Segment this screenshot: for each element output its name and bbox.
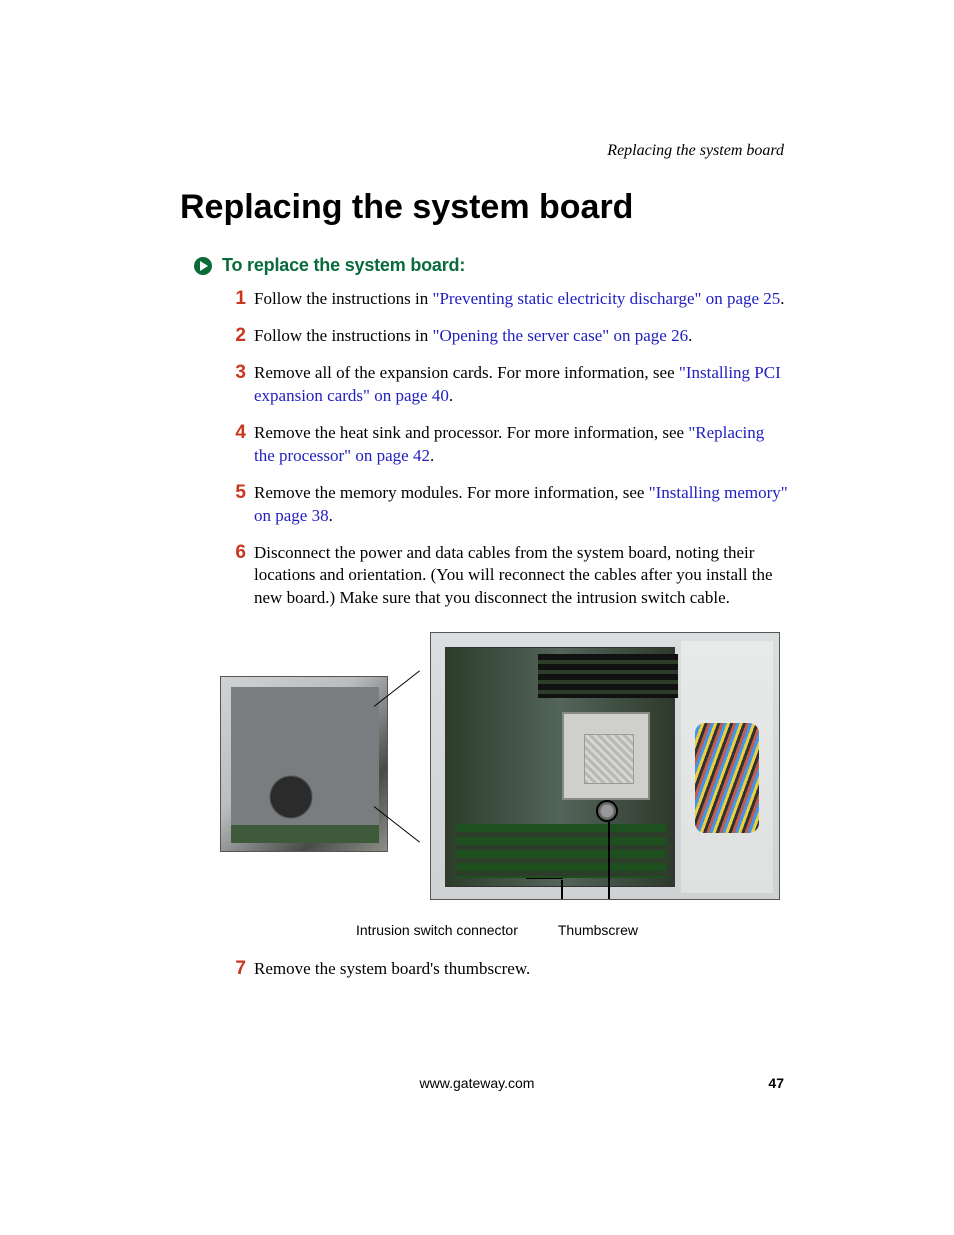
pci-slots-graphic [456,824,666,878]
step-text: Disconnect the power and data cables fro… [254,543,773,608]
cables-graphic [695,723,759,833]
page-title: Replacing the system board [180,188,789,227]
step-text-post: . [780,289,784,308]
thumbscrew-marker [596,800,618,822]
procedure-heading: To replace the system board: [194,255,789,276]
step-text: Remove all of the expansion cards. For m… [254,363,679,382]
play-triangle-icon [194,257,212,275]
figure [220,632,780,912]
step-item: Disconnect the power and data cables fro… [230,542,789,611]
step-text: Remove the heat sink and processor. For … [254,423,688,442]
procedure-title: To replace the system board: [222,255,465,276]
callout-line [608,822,610,900]
footer-url: www.gateway.com [0,1075,954,1091]
step-text-post: . [329,506,333,525]
photo-case-overview [220,676,388,852]
running-header: Replacing the system board [607,142,784,160]
step-item: Remove the heat sink and processor. For … [230,422,789,468]
step-text: Follow the instructions in [254,326,433,345]
cross-reference-link[interactable]: "Opening the server case" on page 26 [433,326,689,345]
callout-line [561,880,563,900]
step-list: Follow the instructions in "Preventing s… [230,288,789,610]
callout-line [526,878,563,879]
caption-intrusion-switch: Intrusion switch connector [356,922,518,938]
step-text: Remove the system board's thumbscrew. [254,959,530,978]
caption-thumbscrew: Thumbscrew [558,922,638,938]
figure-captions: Intrusion switch connector Thumbscrew [356,922,789,938]
motherboard-graphic [445,647,675,887]
step-text-post: . [688,326,692,345]
step-item: Remove all of the expansion cards. For m… [230,362,789,408]
step-item: Remove the memory modules. For more info… [230,482,789,528]
document-page: Replacing the system board Replacing the… [0,0,954,1235]
step-text-post: . [430,446,434,465]
step-item: Follow the instructions in "Opening the … [230,325,789,348]
step-text: Remove the memory modules. For more info… [254,483,649,502]
ram-slots-graphic [538,654,678,698]
step-text: Follow the instructions in [254,289,433,308]
step-item: Follow the instructions in "Preventing s… [230,288,789,311]
page-number: 47 [768,1075,784,1091]
cross-reference-link[interactable]: "Preventing static electricity discharge… [433,289,781,308]
photo-system-board-closeup [430,632,780,900]
cpu-socket-graphic [562,712,650,800]
step-text-post: . [449,386,453,405]
step-item: Remove the system board's thumbscrew. [230,958,789,981]
step-list-continued: Remove the system board's thumbscrew. [230,958,789,981]
